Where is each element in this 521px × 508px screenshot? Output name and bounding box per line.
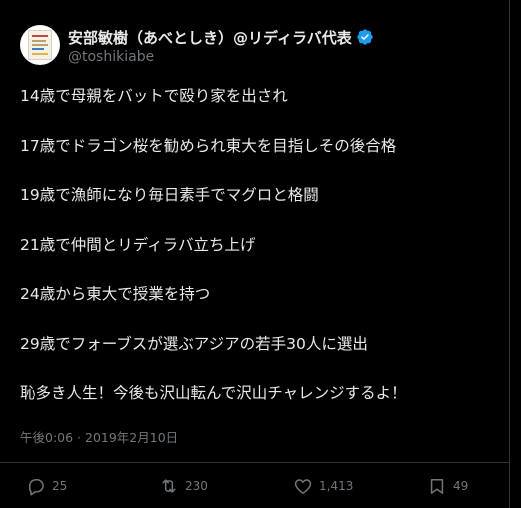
tweet-line: 29歳でフォーブスが選ぶアジアの若手30人に選出: [20, 334, 368, 353]
tweet-line: 17歳でドラゴン桜を勧められ東大を目指しその後合格: [20, 136, 397, 155]
like-count: 1,413: [319, 479, 354, 493]
action-bar: 25 230 1,413 49: [0, 471, 509, 501]
heart-icon: [294, 479, 312, 494]
tweet-timestamp[interactable]: 午後0:06 · 2019年2月10日: [20, 427, 178, 446]
divider: [0, 462, 509, 463]
reply-button[interactable]: 25: [26, 471, 67, 501]
reply-count: 25: [52, 479, 68, 493]
avatar[interactable]: [20, 25, 60, 65]
tweet-line: 19歳で漁師になり毎日素手でマグロと格闘: [20, 186, 319, 204]
retweet-count: 230: [185, 479, 208, 493]
tweet-text: 14歳で母親をバットで殴り家を出され 17歳でドラゴン桜を勧められ東大を目指しそ…: [20, 86, 500, 433]
verified-badge-icon: [357, 29, 373, 45]
bookmark-icon: [430, 479, 444, 494]
author-name-row: 安部敏樹（あべとしき）@リディラバ代表: [68, 27, 374, 47]
tweet-line: 24歳から東大で授業を持つ: [20, 285, 211, 303]
book-cover-avatar-icon: [28, 30, 52, 60]
author-display-name[interactable]: 安部敏樹（あべとしき）@リディラバ代表: [68, 27, 352, 48]
bookmark-button[interactable]: 49: [427, 471, 468, 501]
tweet-card: 安部敏樹（あべとしき）@リディラバ代表 @toshikiabe 14歳で母親をバ…: [0, 0, 510, 508]
reply-icon: [29, 479, 44, 496]
retweet-icon: [162, 479, 176, 493]
bookmark-count: 49: [453, 479, 469, 493]
retweet-button[interactable]: 230: [159, 471, 208, 501]
tweet-line: 恥多き人生！今後も沢山転んで沢山チャレンジするよ！: [20, 384, 407, 402]
tweet-line: 21歳で仲間とリディラバ立ち上げ: [20, 235, 256, 254]
author-handle[interactable]: @toshikiabe: [68, 49, 154, 65]
like-button[interactable]: 1,413: [293, 471, 353, 501]
tweet-line: 14歳で母親をバットで殴り家を出され: [20, 87, 288, 105]
